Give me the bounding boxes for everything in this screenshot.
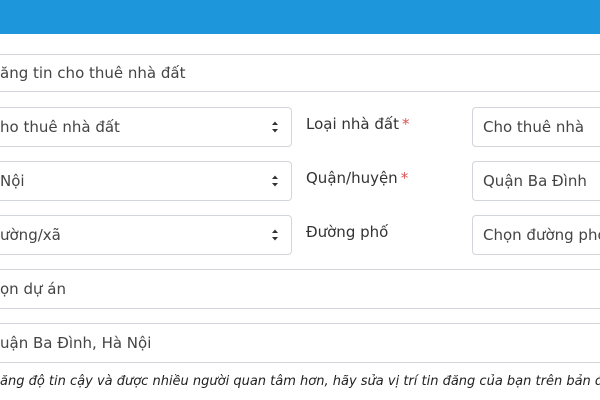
district-label: Quận/huyện * [306,169,409,187]
select-caret-icon [272,175,278,187]
select-caret-icon [272,121,278,133]
address-input[interactable]: uận Ba Đình, Hà Nội [0,323,600,363]
district-select[interactable]: Quận Ba Đình [472,161,600,201]
address-value: uận Ba Đình, Hà Nội [0,334,152,352]
district-value: Quận Ba Đình [483,172,587,190]
required-marker: * [400,169,409,187]
map-hint-text: ăng độ tin cậy và được nhiều người quan … [0,374,600,389]
listing-type-value: ho thuê nhà đất [0,118,120,136]
city-value: Nội [0,172,25,190]
listing-title-field[interactable]: ăng tin cho thuê nhà đất [0,54,600,92]
street-value: Chọn đường phố [483,226,600,244]
project-value: ọn dự án [0,280,66,298]
property-type-select[interactable]: Cho thuê nhà [472,107,600,147]
street-label: Đường phố [306,223,389,241]
select-caret-icon [272,229,278,241]
required-marker: * [401,115,410,133]
header-bar [0,0,600,34]
listing-type-select[interactable]: ho thuê nhà đất [0,107,292,147]
listing-title-value: ăng tin cho thuê nhà đất [0,64,186,82]
property-type-value: Cho thuê nhà [483,118,585,136]
street-select[interactable]: Chọn đường phố [472,215,600,255]
ward-select[interactable]: ường/xã [0,215,292,255]
city-select[interactable]: Nội [0,161,292,201]
ward-value: ường/xã [0,226,61,244]
page: ăng tin cho thuê nhà đất ho thuê nhà đất… [0,0,600,400]
property-type-label: Loại nhà đất * [306,115,410,133]
project-select[interactable]: ọn dự án [0,269,600,309]
